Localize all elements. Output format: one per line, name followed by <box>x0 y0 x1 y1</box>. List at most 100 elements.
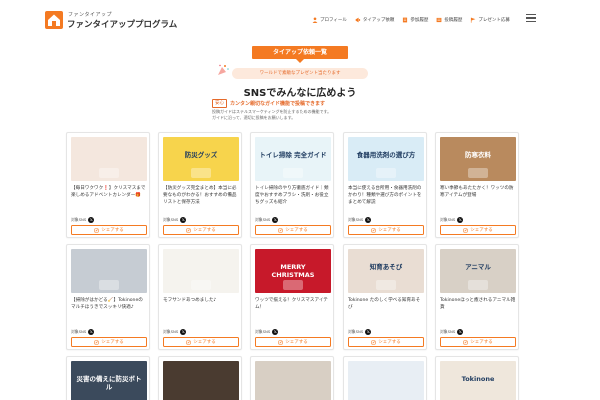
thumbnail-caption: 防災グッズ <box>184 151 218 159</box>
x-logo-icon: 𝕏 <box>365 217 372 223</box>
card-thumbnail[interactable] <box>71 249 147 293</box>
card-thumbnail[interactable]: トイレ掃除 完全ガイド <box>255 137 331 181</box>
promo-banner[interactable]: ワールドで素敵なプレゼント当たります <box>232 68 368 79</box>
megaphone-icon <box>355 17 361 23</box>
thumbnail-image <box>376 168 396 178</box>
share-label: シェアする <box>470 340 493 345</box>
target-sns: 対象SNS 𝕏 <box>71 217 95 223</box>
card-thumbnail[interactable]: 食器用洗剤の選び方 <box>348 137 424 181</box>
share-label: シェアする <box>101 228 124 233</box>
card-title[interactable]: モフサンドあつめました♪ <box>163 297 239 325</box>
tieup-card[interactable]: 災害の備えに防災ボトル <box>66 356 150 400</box>
card-title[interactable]: 【掃除がはかどる🧹】Tokinoneのマルチほうきでスッキリ快適♪ <box>71 297 147 325</box>
share-icon <box>94 339 99 345</box>
target-sns-label: 対象SNS <box>163 217 179 222</box>
share-button[interactable]: シェアする <box>163 337 239 347</box>
thumbnail-caption: Tokinone <box>461 375 495 383</box>
card-title[interactable]: Tokinone たのしく学べる知育あそび <box>348 297 424 325</box>
card-title[interactable]: 寒い季節もあたたかく！ワッツの防寒アイテムが登場 <box>440 185 516 213</box>
nav-posts[interactable]: 投稿履歴 <box>436 17 462 23</box>
card-thumbnail[interactable]: 災害の備えに防災ボトル <box>71 361 147 400</box>
share-button[interactable]: シェアする <box>71 337 147 347</box>
x-logo-icon: 𝕏 <box>365 329 372 335</box>
target-sns: 対象SNS 𝕏 <box>348 217 372 223</box>
tieup-card[interactable]: 知育あそび Tokinone たのしく学べる知育あそび対象SNS 𝕏 シェアする <box>343 244 427 350</box>
card-title[interactable]: トイレ掃除のやり方徹底ガイド｜頻度やおすすめブラシ・洗剤・お役立ちグッズも紹介 <box>255 185 331 213</box>
target-sns-label: 対象SNS <box>348 329 364 334</box>
safe-row: 安心 カンタン親切なガイド機能で投稿できます <box>212 99 325 108</box>
share-icon <box>463 339 468 345</box>
nav-label: プレゼント応募 <box>478 18 510 23</box>
tieup-card[interactable] <box>343 356 427 400</box>
share-button[interactable]: シェアする <box>440 337 516 347</box>
share-button[interactable]: シェアする <box>348 337 424 347</box>
x-logo-icon: 𝕏 <box>180 217 187 223</box>
person-icon <box>312 17 318 23</box>
tieup-card[interactable]: トイレ掃除 完全ガイドトイレ掃除のやり方徹底ガイド｜頻度やおすすめブラシ・洗剤・… <box>250 132 334 238</box>
share-button[interactable]: シェアする <box>71 225 147 235</box>
share-label: シェアする <box>101 340 124 345</box>
tieup-card[interactable]: 防災グッズ【防災グッズ完全まとめ】本当に必要なものがわかる！おすすめの備品リスト… <box>158 132 242 238</box>
nav-present[interactable]: プレゼント応募 <box>470 17 510 23</box>
target-sns-label: 対象SNS <box>255 217 271 222</box>
target-sns-label: 対象SNS <box>440 217 456 222</box>
tieup-card[interactable]: Tokinone <box>435 356 519 400</box>
tieup-card[interactable]: MERRY CHRISTMAS ワッツで揃える！クリスマスアイテム！ 対象SNS 𝕏 シ… <box>250 244 334 350</box>
tieup-card[interactable]: 【掃除がはかどる🧹】Tokinoneのマルチほうきでスッキリ快適♪ 対象SNS 𝕏 シ… <box>66 244 150 350</box>
card-thumbnail[interactable] <box>163 249 239 293</box>
target-sns-label: 対象SNS <box>255 329 271 334</box>
share-button[interactable]: シェアする <box>348 225 424 235</box>
nav-profile[interactable]: プロフィール <box>312 17 347 23</box>
share-button[interactable]: シェアする <box>440 225 516 235</box>
share-button[interactable]: シェアする <box>163 225 239 235</box>
share-button[interactable]: シェアする <box>255 225 331 235</box>
x-logo-icon: 𝕏 <box>88 329 95 335</box>
card-thumbnail[interactable] <box>255 361 331 400</box>
card-thumbnail[interactable]: 防寒衣料 <box>440 137 516 181</box>
share-label: シェアする <box>378 340 401 345</box>
target-sns: 対象SNS 𝕏 <box>163 217 187 223</box>
card-thumbnail[interactable] <box>71 137 147 181</box>
x-logo-icon: 𝕏 <box>272 217 279 223</box>
flag-icon <box>471 17 476 23</box>
card-title[interactable]: 【毎日ワクワク❗️】クリスマスまで楽しめるアドベントカレンダー🎁 <box>71 185 147 213</box>
share-icon <box>371 227 376 233</box>
thumbnail-caption: トイレ掃除 完全ガイド <box>259 151 327 159</box>
card-title[interactable]: 本当に使える台所用・食器用洗剤のかわり！種類や選び方のポイントをまとめて解説 <box>348 185 424 213</box>
card-title[interactable]: ワッツで揃える！クリスマスアイテム！ <box>255 297 331 325</box>
nav-label: 投稿履歴 <box>444 18 463 23</box>
card-title[interactable]: 【防災グッズ完全まとめ】本当に必要なものがわかる！おすすめの備品リストと保存方法 <box>163 185 239 213</box>
share-button[interactable]: シェアする <box>255 337 331 347</box>
target-sns: 対象SNS 𝕏 <box>163 329 187 335</box>
tieup-card[interactable]: 【毎日ワクワク❗️】クリスマスまで楽しめるアドベントカレンダー🎁 対象SNS 𝕏 シェ… <box>66 132 150 238</box>
hamburger-menu-icon[interactable] <box>526 14 536 23</box>
party-popper-icon <box>218 64 229 75</box>
thumbnail-image <box>99 168 119 178</box>
card-thumbnail[interactable]: Tokinone <box>440 361 516 400</box>
list-icon <box>437 17 442 23</box>
card-thumbnail[interactable]: 知育あそび <box>348 249 424 293</box>
thumbnail-image <box>283 168 303 178</box>
card-thumbnail[interactable]: 防災グッズ <box>163 137 239 181</box>
thumbnail-caption: 防寒衣料 <box>465 151 491 159</box>
card-thumbnail[interactable] <box>163 361 239 400</box>
safe-text: カンタン親切なガイド機能で投稿できます <box>230 101 326 107</box>
brand-subtitle: ファンタイアップ <box>68 12 113 18</box>
tieup-card[interactable]: 防寒衣料 寒い季節もあたたかく！ワッツの防寒アイテムが登場 対象SNS 𝕏 シェアする <box>435 132 519 238</box>
card-thumbnail[interactable] <box>348 361 424 400</box>
tieup-card[interactable]: モフサンドあつめました♪ 対象SNS 𝕏 シェアする <box>158 244 242 350</box>
brand-title[interactable]: ファンタイアッププログラム <box>67 18 177 30</box>
house-logo-icon[interactable] <box>44 10 64 30</box>
thumbnail-caption: MERRY CHRISTMAS <box>271 263 315 279</box>
card-thumbnail[interactable]: アニマル <box>440 249 516 293</box>
nav-tieup[interactable]: タイアップ依頼 <box>355 17 394 23</box>
nav-history[interactable]: 参加履歴 <box>402 17 428 23</box>
tieup-card[interactable] <box>158 356 242 400</box>
card-thumbnail[interactable]: MERRY CHRISTMAS <box>255 249 331 293</box>
tieup-card[interactable]: アニマル Tokinoneほっと癒されるアニマル雑貨 対象SNS 𝕏 シェアする <box>435 244 519 350</box>
card-title[interactable]: Tokinoneほっと癒されるアニマル雑貨 <box>440 297 516 325</box>
thumbnail-image <box>376 280 396 290</box>
tieup-card[interactable]: 食器用洗剤の選び方本当に使える台所用・食器用洗剤のかわり！種類や選び方のポイント… <box>343 132 427 238</box>
tieup-card[interactable] <box>250 356 334 400</box>
target-sns-label: 対象SNS <box>163 329 179 334</box>
